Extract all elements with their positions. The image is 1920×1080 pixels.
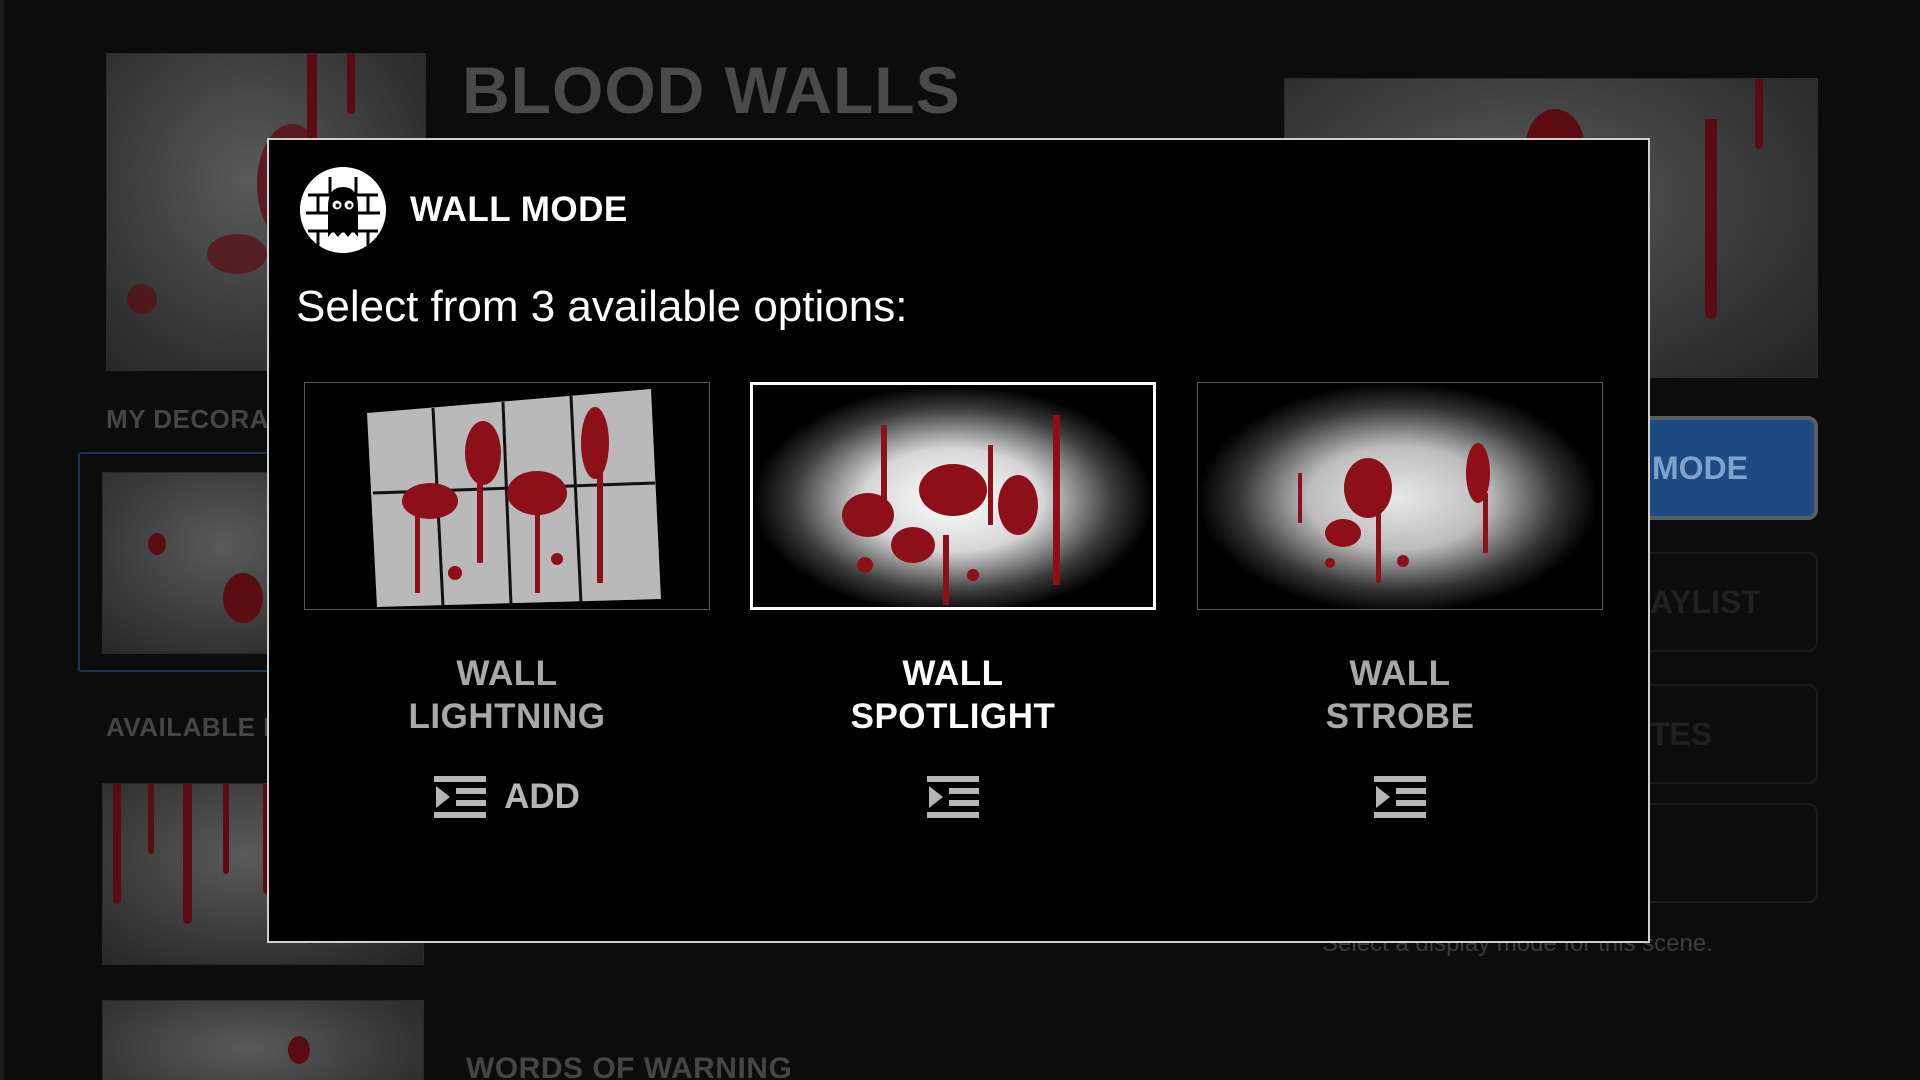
option-label: WALL SPOTLIGHT xyxy=(850,654,1056,736)
left-edge xyxy=(0,0,4,1080)
ghost-wall-icon xyxy=(300,167,386,253)
add-to-queue-icon[interactable] xyxy=(434,776,487,818)
dialog-prompt: Select from 3 available options: xyxy=(296,282,908,331)
add-label[interactable]: ADD xyxy=(504,777,580,817)
option-label: WALL LIGHTNING xyxy=(408,654,606,736)
scene-title: BLOOD WALLS xyxy=(462,53,961,127)
add-to-queue-icon[interactable] xyxy=(1374,776,1426,818)
option-label: WALL STROBE xyxy=(1325,654,1475,736)
my-decorations-heading: MY DECORA xyxy=(106,404,269,434)
add-to-queue[interactable]: ADD xyxy=(304,774,710,820)
wall-lightning-thumbnail[interactable] xyxy=(304,382,710,610)
dialog-header: WALL MODE xyxy=(300,167,628,253)
available-thumb-2[interactable] xyxy=(102,1000,424,1080)
add-to-queue[interactable] xyxy=(750,774,1156,820)
words-of-warning-heading: WORDS OF WARNING xyxy=(466,1052,793,1080)
add-to-queue-icon[interactable] xyxy=(927,776,979,818)
playlist-button[interactable]: AYLIST xyxy=(1640,552,1818,652)
dialog-title: WALL MODE xyxy=(410,190,628,229)
wall-mode-dialog: WALL MODE Select from 3 available option… xyxy=(267,138,1650,943)
wall-spotlight-thumbnail[interactable] xyxy=(750,382,1156,610)
available-heading: AVAILABLE F xyxy=(106,712,280,742)
add-to-queue[interactable] xyxy=(1197,774,1603,820)
option-wall-lightning[interactable]: WALL LIGHTNING ADD xyxy=(304,382,710,820)
favorites-button[interactable]: TES xyxy=(1640,684,1818,784)
mode-button[interactable]: MODE xyxy=(1640,416,1818,520)
extra-button[interactable] xyxy=(1640,803,1818,903)
option-wall-spotlight[interactable]: WALL SPOTLIGHT xyxy=(750,382,1156,820)
option-wall-strobe[interactable]: WALL STROBE xyxy=(1197,382,1603,820)
wall-strobe-thumbnail[interactable] xyxy=(1197,382,1603,610)
